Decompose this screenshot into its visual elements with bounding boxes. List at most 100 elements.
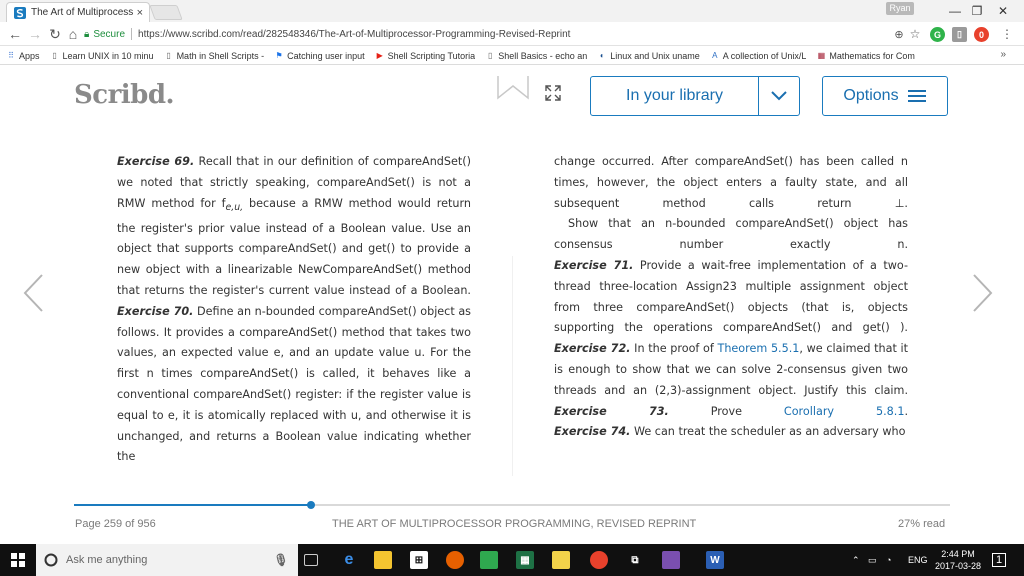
notification-icon[interactable]: 1 — [992, 544, 1007, 576]
chrome-menu-icon[interactable]: ⋮ — [998, 25, 1016, 43]
bookmark-label: Shell Scripting Tutoria — [387, 50, 476, 61]
search-placeholder: Ask me anything — [66, 554, 148, 566]
close-window-button[interactable]: ✕ — [988, 0, 1018, 22]
previous-page-arrow-icon[interactable] — [18, 268, 48, 318]
file-explorer-icon[interactable] — [374, 551, 392, 569]
reading-progress-track[interactable] — [74, 501, 950, 509]
media-app-icon[interactable] — [662, 551, 680, 569]
bookmark-item[interactable]: ▦ Mathematics for Com — [816, 51, 915, 61]
chevron-down-icon[interactable] — [759, 91, 799, 101]
microphone-icon[interactable]: 🎙︎ — [272, 551, 290, 569]
tab-close-icon[interactable]: × — [137, 7, 143, 19]
task-view-icon[interactable] — [304, 554, 318, 566]
bookmark-item[interactable]: ▯ Learn UNIX in 10 minu — [50, 51, 153, 61]
bookmark-item[interactable]: ⚑ Catching user input — [274, 51, 365, 61]
network-app-icon[interactable]: ⧉ — [626, 551, 644, 569]
bookmark-item[interactable]: ▶ Shell Scripting Tutoria — [375, 51, 476, 61]
address-bar[interactable]: 🔒︎ Secure https://www.scribd.com/read/28… — [84, 24, 912, 44]
cross-reference-link[interactable]: Corollary 5.8.1 — [784, 405, 905, 418]
extension-gray-icon[interactable]: ▯ — [952, 27, 967, 42]
exercise-label: Exercise 71. — [554, 258, 634, 272]
excel-icon[interactable]: ▦ — [516, 551, 534, 569]
page-counter: Page 259 of 956 — [75, 518, 156, 530]
exercise-label: Exercise 69. — [117, 155, 195, 168]
paragraph: Exercise 72. In the proof of Theorem 5.5… — [554, 339, 908, 401]
windows-start-icon[interactable] — [0, 544, 36, 576]
bookmark-label: A collection of Unix/L — [722, 50, 807, 61]
home-icon[interactable]: ⌂ — [64, 25, 82, 43]
scribd-logo[interactable]: Scribd. — [74, 80, 175, 110]
a-icon: A — [712, 51, 718, 60]
forward-arrow-icon[interactable]: → — [26, 25, 44, 43]
cortana-icon — [44, 553, 58, 567]
system-clock[interactable]: 2:44 PM 2017-03-28 — [930, 548, 986, 572]
profile-badge[interactable]: Ryan — [886, 2, 914, 15]
paragraph-text: Show that an n-bounded compareAndSet() o… — [554, 217, 908, 252]
bookmark-item[interactable]: ⠿ Apps — [6, 51, 39, 61]
youtube-icon: ▶ — [376, 51, 383, 60]
language-indicator[interactable]: ENG — [908, 544, 928, 576]
taskbar-search-input[interactable]: Ask me anything — [36, 544, 298, 576]
book-title: THE ART OF MULTIPROCESSOR PROGRAMMING, R… — [332, 518, 697, 530]
star-icon[interactable]: ☆ — [906, 25, 924, 43]
extension-green-icon[interactable]: G — [930, 27, 945, 42]
scribd-header: Scribd. In your library Options — [0, 66, 1024, 126]
bookmark-item[interactable]: A A collection of Unix/L — [710, 50, 807, 61]
exercise-label: Exercise 72. — [554, 342, 631, 356]
bookmark-item[interactable]: ▯ Shell Basics - echo an — [485, 51, 587, 61]
extension-red-icon[interactable]: 0 — [974, 27, 989, 42]
reading-progress-handle[interactable] — [307, 501, 315, 509]
lock-icon: 🔒︎ — [84, 28, 90, 40]
bookmark-item[interactable]: ▯ Math in Shell Scripts - — [164, 50, 265, 61]
next-page-arrow-icon[interactable] — [968, 268, 998, 318]
paragraph: Show that an n-bounded compareAndSet() o… — [554, 214, 908, 256]
library-label: In your library — [626, 87, 723, 104]
exercise-label: Exercise 74. — [554, 425, 631, 439]
bookmark-label: Catching user input — [287, 50, 365, 61]
paragraph-text: We can treat the scheduler as an adversa… — [630, 425, 906, 439]
options-label: Options — [843, 87, 899, 104]
reload-icon[interactable]: ↻ — [46, 25, 64, 43]
in-your-library-button[interactable]: In your library — [590, 76, 800, 116]
battery-icon[interactable]: ▭ — [868, 544, 877, 576]
options-button[interactable]: Options — [822, 76, 948, 116]
back-arrow-icon[interactable]: ← — [6, 25, 24, 43]
tab-title: The Art of Multiprocesso — [31, 7, 133, 18]
reader-footer: Page 259 of 956 THE ART OF MULTIPROCESSO… — [0, 492, 1024, 544]
column-divider — [512, 256, 513, 476]
clock-time: 2:44 PM — [941, 549, 975, 559]
chrome-icon[interactable] — [590, 551, 608, 569]
paragraph: Exercise 70. Define an n-bounded compare… — [117, 302, 471, 468]
bookmark-item[interactable]: ◐ Linux and Unix uname — [597, 51, 700, 61]
paragraph: Exercise 69. Recall that in our definiti… — [117, 152, 471, 302]
apps-icon: ⠿ — [8, 51, 14, 60]
wifi-icon[interactable]: ◔ — [886, 544, 891, 576]
text-column-right: change occurred. After compareAndSet() h… — [554, 152, 908, 443]
browser-titlebar: The Art of Multiprocesso × Ryan — ❐ ✕ — [0, 0, 1024, 22]
browser-tab[interactable]: The Art of Multiprocesso × — [6, 2, 150, 22]
paragraph: Exercise 73. Prove Corollary 5.8.1. — [554, 402, 908, 423]
cross-reference-link[interactable]: Theorem 5.5.1 — [717, 342, 799, 355]
notes-icon[interactable] — [552, 551, 570, 569]
paragraph-text: In the proof of — [630, 342, 718, 356]
store-icon[interactable]: ⊞ — [410, 551, 428, 569]
hamburger-menu-icon — [907, 90, 926, 102]
windows-taskbar: Ask me anything 🎙︎ e ⊞ ▦ ⧉ W ⌃ ▭ ◔ ENG 2… — [0, 544, 1024, 576]
scribd-favicon-icon — [13, 6, 27, 20]
fullscreen-icon[interactable] — [544, 84, 562, 102]
save-bookmark-icon[interactable] — [496, 74, 530, 102]
mit-icon: ▦ — [817, 51, 826, 60]
new-tab-button[interactable] — [149, 5, 183, 20]
tray-chevron-icon[interactable]: ⌃ — [852, 544, 860, 576]
edge-icon[interactable]: e — [340, 551, 358, 569]
photos-icon[interactable] — [480, 551, 498, 569]
linux-icon: ◐ — [599, 51, 605, 60]
text-column-left: Exercise 69. Recall that in our definiti… — [117, 152, 471, 468]
address-row: ← → ↻ ⌂ 🔒︎ Secure https://www.scribd.com… — [0, 22, 1024, 46]
bookmark-label: Math in Shell Scripts - — [176, 50, 265, 61]
address-separator — [131, 28, 133, 40]
word-icon[interactable]: W — [706, 551, 724, 569]
bookmarks-overflow-icon[interactable]: » — [1000, 49, 1006, 60]
exercise-label: Exercise 73. — [554, 404, 669, 418]
firefox-icon[interactable] — [446, 551, 464, 569]
